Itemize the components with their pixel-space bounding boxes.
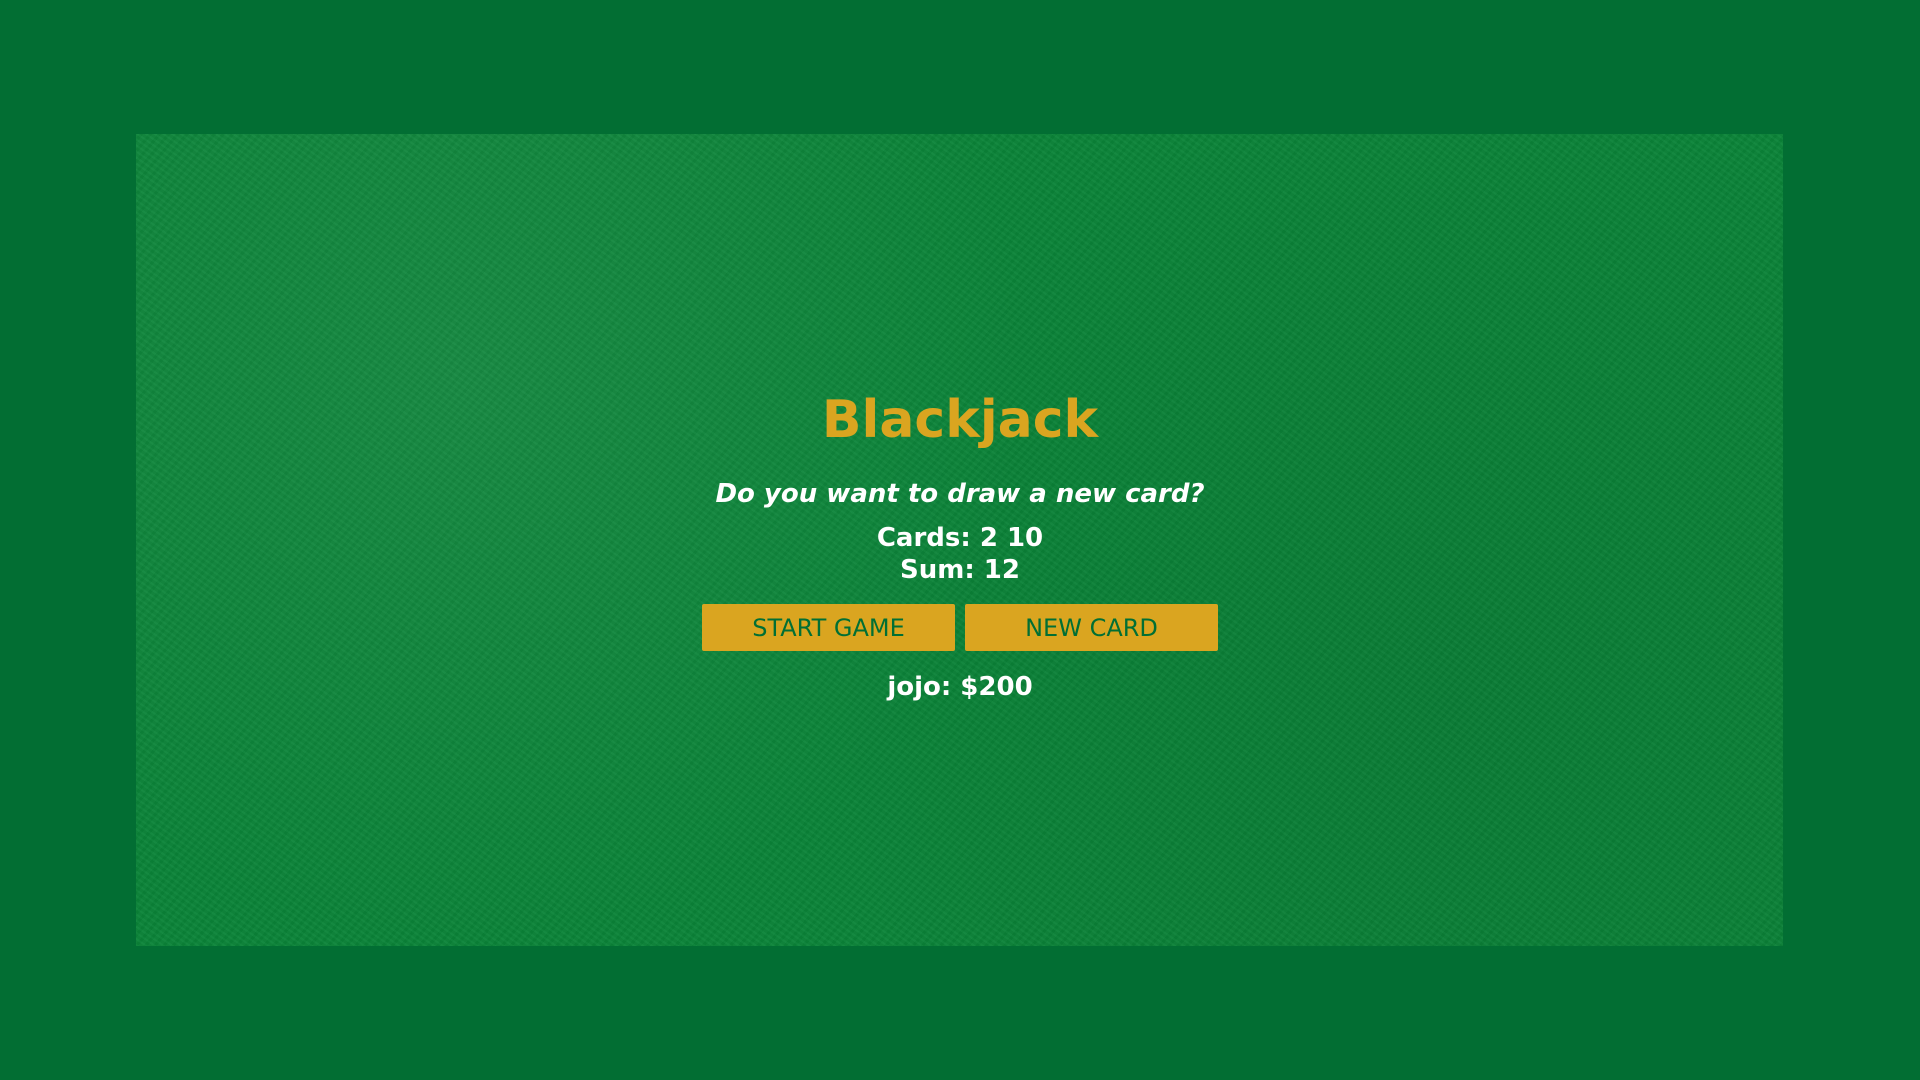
message-text: Do you want to draw a new card? — [715, 479, 1205, 509]
button-row: START GAME NEW CARD — [0, 604, 1920, 651]
start-game-button[interactable]: START GAME — [702, 604, 955, 651]
sum-text: Sum: 12 — [900, 555, 1020, 585]
game-panel: Blackjack Do you want to draw a new card… — [0, 384, 1920, 707]
new-card-button[interactable]: NEW CARD — [965, 604, 1218, 651]
cards-text: Cards: 2 10 — [876, 523, 1044, 553]
page-title: Blackjack — [821, 390, 1099, 450]
player-chips-text: jojo: $200 — [887, 672, 1033, 702]
